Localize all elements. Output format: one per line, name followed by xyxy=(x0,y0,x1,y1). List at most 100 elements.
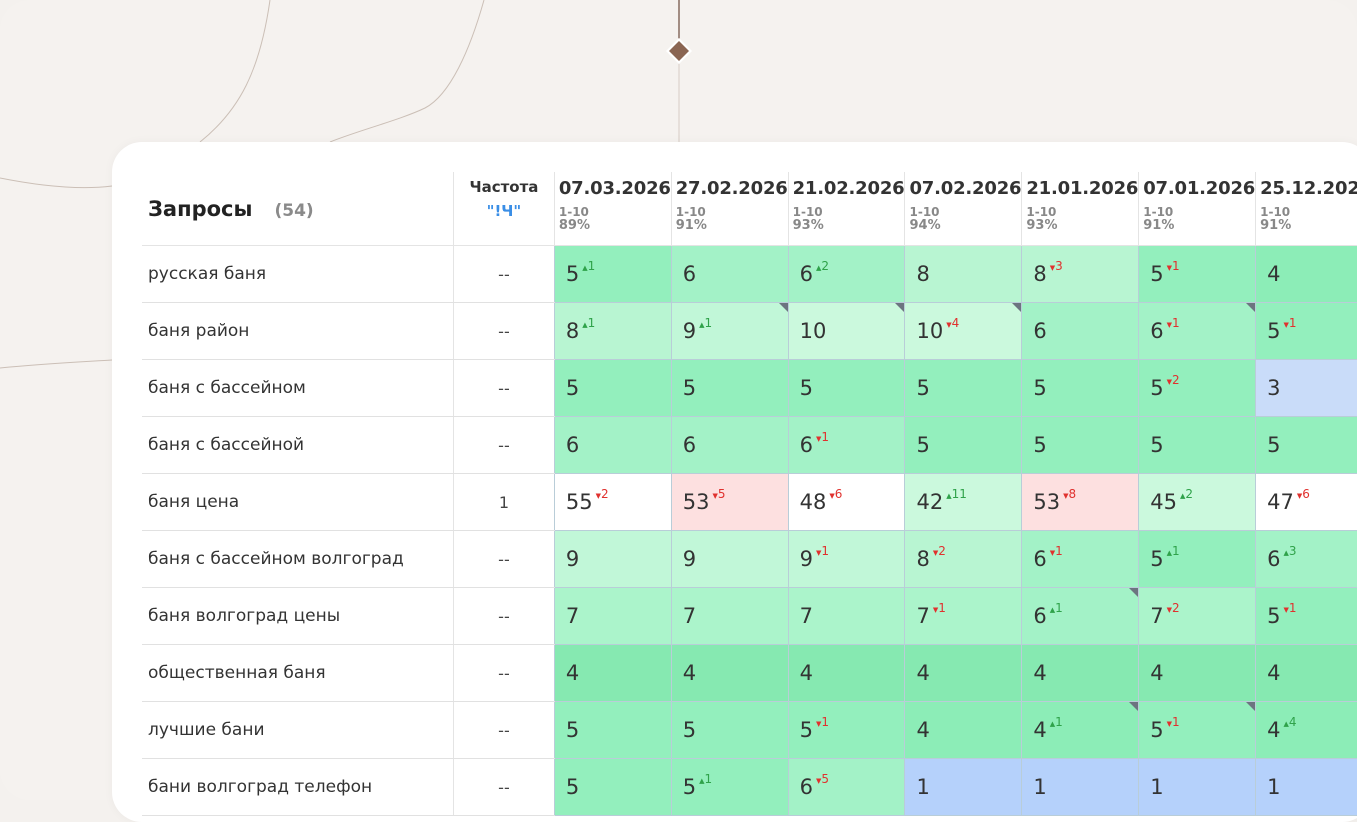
position-cell[interactable]: 10 ▼4 xyxy=(904,302,1022,360)
position-cell[interactable]: 42 ▲11 xyxy=(904,473,1022,531)
position-cell[interactable]: 53 ▼8 xyxy=(1021,473,1139,531)
query-cell[interactable]: бани волгоград телефон xyxy=(142,758,454,816)
position-cell[interactable]: 5 ▲1 xyxy=(1138,530,1256,588)
position-cell[interactable]: 9 xyxy=(553,530,672,588)
position-cell[interactable]: 5 xyxy=(1021,416,1139,474)
position-cell[interactable]: 1 xyxy=(1138,758,1256,816)
position-cell[interactable]: 7 ▼1 xyxy=(904,587,1022,645)
query-cell[interactable]: баня с бассейном xyxy=(142,359,454,417)
position-cell[interactable]: 55 ▼2 xyxy=(553,473,672,531)
position-cell[interactable]: 1 xyxy=(904,758,1022,816)
query-cell[interactable]: лучшие бани xyxy=(142,701,454,759)
position-cell[interactable]: 5 ▼1 xyxy=(1138,245,1256,303)
position-cell[interactable]: 4 ▲4 xyxy=(1255,701,1357,759)
position-cell[interactable]: 6 ▼1 xyxy=(1138,302,1256,360)
position-cell[interactable]: 5 ▲1 xyxy=(670,758,789,816)
position-cell[interactable]: 8 ▲1 xyxy=(553,302,672,360)
position-cell[interactable]: 8 ▼2 xyxy=(904,530,1022,588)
date-header[interactable]: 25.12.20251-1091% xyxy=(1255,172,1357,246)
position-cell[interactable]: 5 ▼1 xyxy=(787,701,905,759)
position-cell[interactable]: 5 ▼2 xyxy=(1138,359,1256,417)
table-row[interactable]: баня волгоград цены -- 7 7 7 7 ▼1 6 ▲1 7 ▼2 5 ▼1 xyxy=(142,587,1357,645)
position-cell[interactable]: 5 xyxy=(1255,416,1357,474)
position-cell[interactable]: 5 xyxy=(787,359,905,417)
query-cell[interactable]: русская баня xyxy=(142,245,454,303)
position-cell[interactable]: 4 xyxy=(904,701,1022,759)
position-cell[interactable]: 6 ▲2 xyxy=(787,245,905,303)
position-cell[interactable]: 9 ▼1 xyxy=(787,530,905,588)
position-cell[interactable]: 5 ▲1 xyxy=(553,245,672,303)
table-row[interactable]: бани волгоград телефон -- 5 5 ▲1 6 ▼5 1 1 1 1 xyxy=(142,758,1357,816)
date-header[interactable]: 21.01.2026 1-10 93% xyxy=(1021,172,1139,246)
query-cell[interactable]: баня волгоград цены xyxy=(142,587,454,645)
frequency-type-link[interactable]: "!Ч" xyxy=(454,202,554,220)
position-cell[interactable]: 6 xyxy=(670,245,789,303)
position-cell[interactable]: 6 xyxy=(553,416,672,474)
position-cell[interactable]: 53 ▼5 xyxy=(670,473,789,531)
position-cell[interactable]: 5 xyxy=(1138,416,1256,474)
position-cell[interactable]: 48 ▼6 xyxy=(787,473,905,531)
position-cell[interactable]: 5 xyxy=(553,701,672,759)
position-cell[interactable]: 5 xyxy=(1021,359,1139,417)
position-cell[interactable]: 6 xyxy=(670,416,789,474)
position-cell[interactable]: 1 xyxy=(1255,758,1357,816)
position-cell[interactable]: 4 xyxy=(670,644,789,702)
position-cell[interactable]: 5 ▼1 xyxy=(1255,302,1357,360)
date-header[interactable]: 21.02.2026 1-10 93% xyxy=(787,172,905,246)
query-cell[interactable]: баня с бассейной xyxy=(142,416,454,474)
position-value: 6 xyxy=(565,433,580,457)
position-cell[interactable]: 4 xyxy=(1021,644,1139,702)
position-cell[interactable]: 7 xyxy=(670,587,789,645)
query-cell[interactable]: баня район xyxy=(142,302,454,360)
position-cell[interactable]: 5 xyxy=(904,416,1022,474)
position-cell[interactable]: 4 xyxy=(787,644,905,702)
table-row[interactable]: баня цена 1 55 ▼2 53 ▼5 48 ▼6 42 ▲11 53 ▼8 45 ▲2 47 ▼6 xyxy=(142,473,1357,531)
position-cell[interactable]: 6 ▼1 xyxy=(787,416,905,474)
date-header[interactable]: 07.01.2026 1-10 91% xyxy=(1138,172,1256,246)
position-cell[interactable]: 5 xyxy=(553,359,672,417)
position-cell[interactable]: 3 xyxy=(1255,359,1357,417)
position-cell[interactable]: 6 ▲3 xyxy=(1255,530,1357,588)
position-cell[interactable]: 5 ▼1 xyxy=(1138,701,1256,759)
position-cell[interactable]: 6 ▼1 xyxy=(1021,530,1139,588)
position-change-up: ▲4 xyxy=(1283,715,1296,729)
position-cell[interactable]: 6 xyxy=(1021,302,1139,360)
position-cell[interactable]: 9 ▲1 xyxy=(670,302,789,360)
position-cell[interactable]: 4 xyxy=(1255,644,1357,702)
table-row[interactable]: лучшие бани -- 5 5 5 ▼1 4 4 ▲1 5 ▼1 4 ▲4 xyxy=(142,701,1357,759)
date-header[interactable]: 27.02.2026 1-10 91% xyxy=(670,172,789,246)
position-cell[interactable]: 9 xyxy=(670,530,789,588)
table-row[interactable]: общественная баня -- 4 4 4 4 4 4 4 xyxy=(142,644,1357,702)
table-row[interactable]: баня район -- 8 ▲1 9 ▲1 10 10 ▼4 6 6 ▼1 5 ▼1 xyxy=(142,302,1357,360)
position-cell[interactable]: 6 ▲1 xyxy=(1021,587,1139,645)
query-cell[interactable]: баня цена xyxy=(142,473,454,531)
position-cell[interactable]: 5 xyxy=(670,701,789,759)
position-cell[interactable]: 45 ▲2 xyxy=(1138,473,1256,531)
query-cell[interactable]: общественная баня xyxy=(142,644,454,702)
query-cell[interactable]: баня с бассейном волгоград xyxy=(142,530,454,588)
position-cell[interactable]: 1 xyxy=(1021,758,1139,816)
position-cell[interactable]: 6 ▼5 xyxy=(787,758,905,816)
table-row[interactable]: баня с бассейной -- 6 6 6 ▼1 5 5 5 5 xyxy=(142,416,1357,474)
date-header[interactable]: 07.02.2026 1-10 94% xyxy=(904,172,1022,246)
position-cell[interactable]: 10 xyxy=(787,302,905,360)
table-row[interactable]: русская баня -- 5 ▲1 6 6 ▲2 8 8 ▼3 5 ▼1 4 xyxy=(142,245,1357,303)
position-cell[interactable]: 5 xyxy=(553,758,672,816)
position-cell[interactable]: 4 xyxy=(553,644,672,702)
date-header[interactable]: 07.03.2026 1-10 89% xyxy=(553,172,672,246)
table-row[interactable]: баня с бассейном волгоград -- 9 9 9 ▼1 8 ▼2 6 ▼1 5… xyxy=(142,530,1357,588)
position-cell[interactable]: 7 ▼2 xyxy=(1138,587,1256,645)
position-cell[interactable]: 4 xyxy=(1138,644,1256,702)
position-cell[interactable]: 8 xyxy=(904,245,1022,303)
position-cell[interactable]: 5 xyxy=(904,359,1022,417)
position-cell[interactable]: 4 xyxy=(1255,245,1357,303)
position-cell[interactable]: 8 ▼3 xyxy=(1021,245,1139,303)
table-row[interactable]: баня с бассейном -- 5 5 5 5 5 5 ▼2 3 xyxy=(142,359,1357,417)
position-cell[interactable]: 47 ▼6 xyxy=(1255,473,1357,531)
position-cell[interactable]: 4 ▲1 xyxy=(1021,701,1139,759)
position-cell[interactable]: 7 xyxy=(787,587,905,645)
position-cell[interactable]: 5 xyxy=(670,359,789,417)
position-cell[interactable]: 5 ▼1 xyxy=(1255,587,1357,645)
position-cell[interactable]: 4 xyxy=(904,644,1022,702)
position-cell[interactable]: 7 xyxy=(553,587,672,645)
